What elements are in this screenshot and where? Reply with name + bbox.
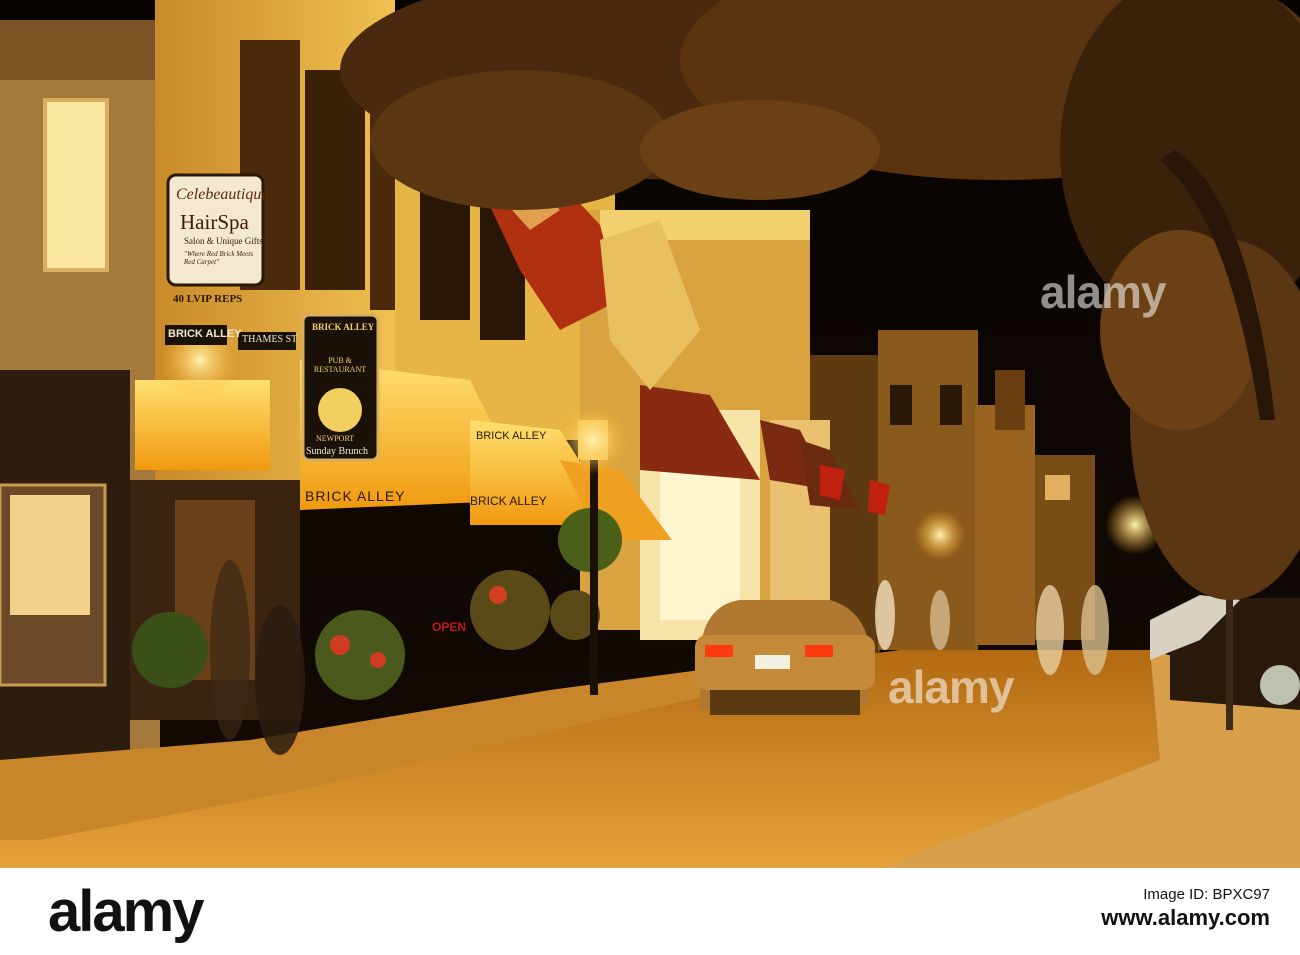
open-sign: OPEN [432,620,467,634]
celebeautique-sign-title: Celebeautique [176,186,269,203]
brick-alley-street-sign: BRICK ALLEY [168,328,242,340]
pub-restaurant-sign: PUB & RESTAURANT [313,356,367,374]
hairspa-sign: HairSpa [180,210,249,234]
sign-tagline: "Where Red Brick Meets Red Carpet" [184,250,253,266]
thames-st-sign: THAMES ST [242,334,298,345]
pub-name-sign: BRICK ALLEY [312,322,375,332]
awning-brick-alley-main: BRICK ALLEY [305,488,406,504]
watermark-bottom-center: alamy [888,661,1014,713]
sunday-brunch-sign: Sunday Brunch [306,446,368,457]
moving-car [695,600,875,715]
salon-gifts-sign: Salon & Unique Gifts [184,236,263,246]
alamy-logo: alamy [48,879,204,944]
awning-brick-alley-second: BRICK ALLEY [470,494,547,508]
awning-brick-alley-third: BRICK ALLEY [476,430,547,442]
image-id-block: Image ID: BPXC97 www.alamy.com [1101,886,1270,931]
image-id-label: Image ID: BPXC97 [1143,886,1270,903]
night-street-scene [0,0,1300,868]
stock-footer-bar: alamy Image ID: BPXC97 www.alamy.com [0,868,1300,955]
street-photo: Celebeautique HairSpa Salon & Unique Gif… [0,0,1300,868]
pub-city-sign: NEWPORT [316,434,355,443]
address-sign: 40 LVIP REPS [173,293,243,305]
watermark-top-right: alamy [1040,266,1166,318]
parked-cars [1150,595,1300,710]
site-url: www.alamy.com [1101,905,1270,930]
